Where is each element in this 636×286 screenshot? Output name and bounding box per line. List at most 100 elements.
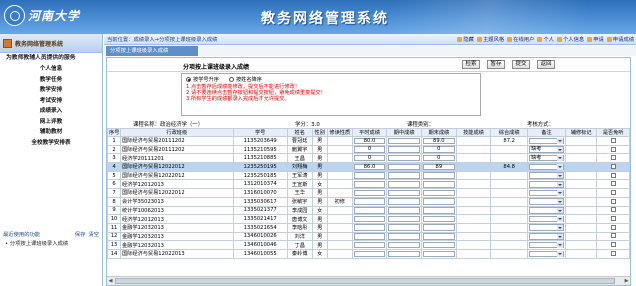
sidebar-item-school-schedule[interactable]: 全校教学安排表 xyxy=(0,138,102,149)
final-score-input[interactable] xyxy=(423,224,455,231)
midterm-score-input[interactable] xyxy=(388,198,420,205)
sidebar-item-teaching-tasks[interactable]: 教学任务 xyxy=(0,75,102,86)
apply-grades-link[interactable]: 申请成绩 xyxy=(606,35,634,43)
sort-by-id-option[interactable]: 按学号升序 xyxy=(186,76,219,83)
final-score-input[interactable]: 89.0 xyxy=(423,137,455,145)
remark-select[interactable] xyxy=(529,172,564,179)
midterm-score-input[interactable] xyxy=(388,137,420,145)
exempt-checkbox[interactable] xyxy=(610,198,616,204)
usual-score-input[interactable] xyxy=(353,189,386,197)
recent-save-link[interactable]: 保存 xyxy=(75,231,86,240)
midterm-score-input[interactable] xyxy=(388,224,420,231)
submit-button[interactable]: 提交 xyxy=(512,60,530,69)
usual-score-input[interactable] xyxy=(353,207,386,214)
midterm-score-input[interactable] xyxy=(388,207,420,214)
usual-score-input[interactable] xyxy=(353,181,386,188)
sidebar-item-grade-entry[interactable]: 成绩录入 xyxy=(0,106,102,117)
usual-score-input[interactable]: 0 xyxy=(353,146,386,153)
usual-score-input[interactable] xyxy=(353,224,386,231)
midterm-score-input[interactable] xyxy=(388,163,420,171)
remark-select[interactable] xyxy=(529,250,564,258)
recent-clear-link[interactable]: 清空 xyxy=(88,231,99,240)
scroll-right-icon[interactable]: ▶ xyxy=(623,278,630,284)
midterm-score-input[interactable] xyxy=(388,189,420,197)
remark-select[interactable] xyxy=(529,241,564,249)
midterm-score-input[interactable] xyxy=(388,241,420,249)
midterm-score-input[interactable] xyxy=(388,215,420,223)
sidebar-item-exam-arrangement[interactable]: 考试安排 xyxy=(0,96,102,107)
final-score-input[interactable] xyxy=(423,215,455,223)
final-score-input[interactable] xyxy=(423,207,455,214)
usual-score-input[interactable]: 80.0 xyxy=(353,137,386,145)
usual-score-input[interactable]: 86.0 xyxy=(353,163,386,171)
exempt-checkbox[interactable] xyxy=(610,207,616,213)
recent-item[interactable]: • 分项按上课班级录入成绩 xyxy=(0,240,102,249)
tab-grade-entry[interactable]: 分项按上课班级录入成绩 xyxy=(106,46,198,56)
usual-score-input[interactable] xyxy=(353,215,386,223)
exempt-checkbox[interactable] xyxy=(610,250,616,256)
remark-select[interactable] xyxy=(529,181,564,188)
apply-link[interactable]: 申请 xyxy=(587,35,604,43)
final-score-input[interactable] xyxy=(423,250,455,258)
hide-link[interactable]: 隐藏 xyxy=(457,35,474,43)
usual-score-input[interactable] xyxy=(353,198,386,205)
usual-score-input[interactable] xyxy=(353,172,386,179)
sidebar-item-auxiliary-materials[interactable]: 辅助教材 xyxy=(0,127,102,138)
exempt-checkbox[interactable] xyxy=(610,242,616,248)
final-score-input[interactable] xyxy=(423,181,455,188)
usual-score-input[interactable] xyxy=(353,233,386,240)
sidebar-item-teaching-arrangement[interactable]: 教学安排 xyxy=(0,85,102,96)
midterm-score-input[interactable] xyxy=(388,146,420,153)
usual-score-input[interactable] xyxy=(353,250,386,258)
remark-select[interactable] xyxy=(529,224,564,231)
exempt-checkbox[interactable] xyxy=(610,163,616,169)
midterm-score-input[interactable] xyxy=(388,181,420,188)
personal-info-link[interactable]: 个人信息 xyxy=(556,35,584,43)
final-score-input[interactable] xyxy=(423,233,455,240)
sidebar-item-personal-info[interactable]: 个人信息 xyxy=(0,64,102,75)
remark-select[interactable] xyxy=(529,189,564,197)
personal-link[interactable]: 个人 xyxy=(537,35,554,43)
remark-select[interactable] xyxy=(529,198,564,205)
exempt-checkbox[interactable] xyxy=(610,155,616,161)
search-button[interactable]: 检索 xyxy=(462,60,480,69)
exempt-checkbox[interactable] xyxy=(610,146,616,152)
remark-select[interactable] xyxy=(529,207,564,214)
theme-link[interactable]: 主题风格 xyxy=(476,35,504,43)
final-score-input[interactable] xyxy=(423,172,455,179)
exempt-checkbox[interactable] xyxy=(610,224,616,230)
remark-select[interactable] xyxy=(529,163,564,171)
final-score-input[interactable]: 0 xyxy=(423,146,455,153)
midterm-score-input[interactable] xyxy=(388,154,420,162)
usual-score-input[interactable] xyxy=(353,241,386,249)
exempt-checkbox[interactable] xyxy=(610,189,616,195)
save-draft-button[interactable]: 暂存 xyxy=(487,60,505,69)
exempt-checkbox[interactable] xyxy=(610,233,616,239)
midterm-score-input[interactable] xyxy=(388,172,420,179)
exempt-checkbox[interactable] xyxy=(610,216,616,222)
remark-select[interactable]: 缺考 xyxy=(529,146,564,153)
online-users-link[interactable]: 在线用户 xyxy=(507,35,534,43)
sidebar-item-online-evaluation[interactable]: 网上评教 xyxy=(0,117,102,128)
final-score-input[interactable] xyxy=(423,198,455,205)
remark-select[interactable]: 缺考 xyxy=(529,154,564,162)
exempt-checkbox[interactable] xyxy=(610,137,616,143)
scroll-left-icon[interactable]: ◀ xyxy=(107,278,114,284)
scrollbar-thumb[interactable] xyxy=(115,278,615,284)
midterm-score-input[interactable] xyxy=(388,233,420,240)
usual-score-input[interactable]: 0 xyxy=(353,154,386,162)
class-name: 经济学12012013 xyxy=(119,214,234,224)
final-score-input[interactable] xyxy=(423,241,455,249)
back-button[interactable]: 返回 xyxy=(537,60,555,69)
remark-select[interactable] xyxy=(529,233,564,240)
final-score-input[interactable]: 0 xyxy=(423,154,455,162)
midterm-score-input[interactable] xyxy=(388,250,420,258)
final-score-input[interactable]: 89 xyxy=(423,163,455,171)
final-score-input[interactable] xyxy=(423,189,455,197)
remark-select[interactable] xyxy=(529,137,564,145)
sort-by-name-option[interactable]: 按姓名降序 xyxy=(228,76,262,83)
remark-select[interactable] xyxy=(529,215,564,223)
horizontal-scrollbar[interactable]: ◀ ▶ xyxy=(107,276,630,285)
exempt-checkbox[interactable] xyxy=(610,172,616,178)
exempt-checkbox[interactable] xyxy=(610,181,616,187)
